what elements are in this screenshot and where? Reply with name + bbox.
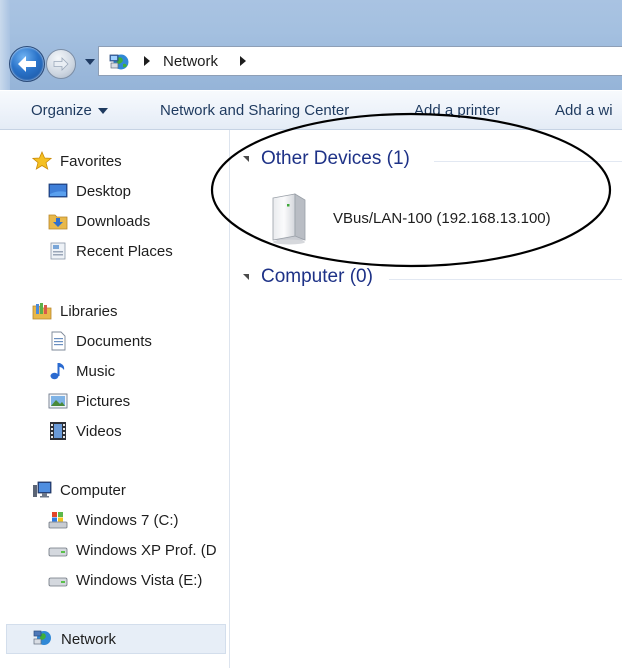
group-title: Other Devices (1): [261, 148, 410, 169]
add-printer-button[interactable]: Add a printer: [414, 102, 500, 119]
pictures-icon: [48, 393, 68, 409]
collapse-triangle-icon[interactable]: [243, 274, 249, 280]
libraries-icon: [32, 303, 52, 320]
forward-button[interactable]: [46, 49, 76, 79]
add-wireless-device-button[interactable]: Add a wi: [555, 102, 613, 119]
nav-item-label: Desktop: [76, 182, 132, 200]
nav-item-drive-e[interactable]: Windows Vista (E:): [48, 567, 202, 593]
device-label: VBus/LAN-100 (192.168.13.100): [333, 210, 551, 227]
nav-item-label: Windows 7 (C:): [76, 511, 179, 529]
nav-item-label: Windows XP Prof. (D: [76, 541, 217, 559]
nav-item-label: Downloads: [76, 212, 151, 230]
hard-drive-icon: [48, 547, 68, 557]
nav-libraries-label: Libraries: [60, 302, 118, 320]
organize-button[interactable]: Organize: [31, 102, 108, 119]
breadcrumb-network[interactable]: Network: [163, 53, 218, 70]
device-item[interactable]: VBus/LAN-100 (192.168.13.100): [267, 190, 587, 250]
breadcrumb-arrow-icon[interactable]: [239, 56, 247, 66]
nav-item-label: Documents: [76, 332, 152, 350]
network-device-icon: [272, 193, 306, 245]
computer-icon: [33, 481, 52, 498]
nav-favorites[interactable]: Favorites: [32, 148, 122, 174]
nav-item-drive-c[interactable]: Windows 7 (C:): [48, 507, 179, 533]
nav-item-videos[interactable]: Videos: [48, 418, 122, 444]
breadcrumb-arrow-icon[interactable]: [143, 56, 151, 66]
group-header-computer[interactable]: Computer (0): [243, 266, 373, 288]
nav-item-label: Pictures: [76, 392, 131, 410]
desktop-icon: [48, 183, 68, 198]
documents-icon: [51, 331, 66, 351]
nav-network[interactable]: Network: [6, 624, 226, 654]
nav-item-label: Recent Places: [76, 242, 173, 260]
collapse-triangle-icon[interactable]: [243, 156, 249, 162]
address-bar-area: Network: [0, 0, 622, 90]
network-icon: [33, 630, 51, 645]
network-icon: [109, 54, 129, 70]
navigation-pane: Favorites Desktop Downloads Recent Place…: [0, 130, 230, 668]
group-header-other-devices[interactable]: Other Devices (1): [243, 148, 410, 170]
recent-places-icon: [50, 242, 66, 260]
nav-item-label: Videos: [76, 422, 122, 440]
nav-item-music[interactable]: Music: [48, 358, 115, 384]
music-note-icon: [50, 363, 65, 380]
forward-arrow-icon: [53, 57, 69, 71]
network-sharing-center-button[interactable]: Network and Sharing Center: [160, 102, 349, 119]
nav-item-recent-places[interactable]: Recent Places: [48, 238, 173, 264]
nav-item-label: Music: [76, 362, 116, 380]
nav-item-desktop[interactable]: Desktop: [48, 178, 131, 204]
chevron-down-icon: [97, 108, 108, 115]
address-input[interactable]: Network: [98, 46, 622, 76]
nav-libraries[interactable]: Libraries: [32, 298, 118, 324]
nav-item-drive-d[interactable]: Windows XP Prof. (D: [48, 537, 217, 563]
nav-network-label: Network: [61, 630, 117, 648]
organize-label: Organize: [31, 102, 92, 119]
nav-item-documents[interactable]: Documents: [48, 328, 152, 354]
dropdown-arrow-icon: [85, 58, 95, 65]
videos-film-icon: [50, 422, 66, 440]
back-arrow-icon: [18, 56, 36, 72]
nav-item-label: Windows Vista (E:): [76, 571, 203, 589]
recent-pages-dropdown[interactable]: [84, 56, 96, 68]
command-bar: Organize Network and Sharing Center Add …: [0, 90, 622, 130]
window-edge: [0, 0, 10, 90]
group-title: Computer (0): [261, 266, 373, 287]
nav-favorites-label: Favorites: [60, 152, 122, 170]
group-divider: [434, 161, 622, 162]
group-divider: [389, 279, 622, 280]
windows-drive-icon: [48, 512, 68, 529]
file-list-pane: Other Devices (1) VBus/LAN-100 (192.168.…: [231, 130, 622, 668]
nav-item-pictures[interactable]: Pictures: [48, 388, 130, 414]
downloads-folder-icon: [48, 214, 68, 230]
star-icon: [32, 151, 52, 170]
back-button[interactable]: [9, 46, 45, 82]
nav-item-downloads[interactable]: Downloads: [48, 208, 150, 234]
hard-drive-icon: [48, 577, 68, 587]
nav-computer[interactable]: Computer: [32, 477, 126, 503]
nav-computer-label: Computer: [60, 481, 126, 499]
